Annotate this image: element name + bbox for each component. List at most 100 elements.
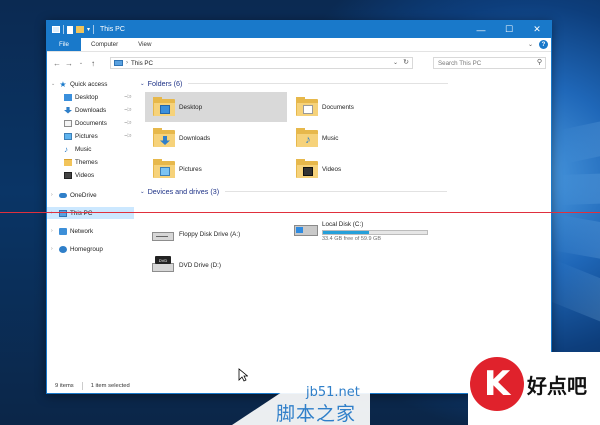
watermark-haodianba-text: 好点吧: [527, 374, 587, 398]
desktop-folder-icon: [153, 97, 175, 117]
disk-usage-fill: [323, 230, 369, 234]
collapse-chevron-icon[interactable]: ⌄: [140, 81, 145, 87]
window-title: This PC: [100, 26, 125, 33]
sidebar-item-label: Pictures: [75, 132, 98, 140]
toolbar-divider: [63, 25, 64, 34]
documents-icon: [64, 119, 72, 127]
tab-view[interactable]: View: [128, 38, 161, 51]
folders-group-header[interactable]: ⌄ Folders (6): [140, 79, 449, 88]
tile-label: Videos: [322, 165, 342, 173]
sidebar-item-pictures[interactable]: Pictures 📌︎: [47, 130, 134, 142]
drive-tile-local-disk[interactable]: Local Disk (C:) 33.4 GB free of 59.9 GB: [288, 216, 448, 246]
sidebar-item-homegroup[interactable]: › Homegroup: [47, 243, 134, 255]
sidebar-item-this-pc[interactable]: › This PC: [47, 207, 134, 219]
content-pane: ⌄ Folders (6) Desktop Documents Download…: [140, 74, 551, 380]
recent-locations-chevron-icon[interactable]: ⌄: [75, 60, 87, 66]
folder-tile-desktop[interactable]: Desktop: [145, 92, 287, 122]
divider: [188, 83, 449, 84]
breadcrumb-separator-icon[interactable]: ›: [126, 60, 128, 66]
sidebar-item-desktop[interactable]: Desktop 📌︎: [47, 91, 134, 103]
pin-icon: 📌︎: [122, 118, 133, 128]
sidebar-item-themes[interactable]: Themes: [47, 156, 134, 168]
maximize-button[interactable]: ☐: [495, 21, 523, 38]
folder-tile-documents[interactable]: Documents: [288, 92, 430, 122]
back-arrow-icon[interactable]: ←: [51, 59, 63, 68]
tile-label: Local Disk (C:): [322, 220, 364, 228]
tile-label: DVD Drive (D:): [179, 261, 221, 269]
properties-icon[interactable]: [67, 25, 73, 34]
navigation-pane: ⌄ ★ Quick access Desktop 📌︎ Downloads 📌︎…: [47, 74, 134, 380]
tile-label: Floppy Disk Drive (A:): [179, 230, 241, 238]
homegroup-icon: [59, 245, 67, 253]
minimize-button[interactable]: —: [467, 21, 495, 38]
sidebar-item-label: Documents: [75, 119, 107, 127]
breadcrumb-this-pc[interactable]: This PC: [131, 60, 153, 67]
sidebar-item-label: OneDrive: [70, 191, 97, 199]
expand-ribbon-chevron-icon[interactable]: ⌄: [528, 41, 533, 48]
search-input[interactable]: Search This PC ⚲: [433, 57, 546, 69]
address-dropdown-chevron-icon[interactable]: ⌄: [393, 59, 398, 66]
sidebar-item-network[interactable]: › Network: [47, 225, 134, 237]
title-bar[interactable]: ▾ This PC — ☐ ✕: [47, 21, 551, 38]
watermark-jb51-site: jb51.net: [306, 385, 360, 400]
desktop-icon: [64, 93, 72, 101]
pictures-folder-icon: [153, 159, 175, 179]
sidebar-item-onedrive[interactable]: › OneDrive: [47, 189, 134, 201]
tab-file[interactable]: File: [47, 38, 81, 51]
sidebar-item-music[interactable]: ♪ Music: [47, 143, 134, 155]
tile-label: Pictures: [179, 165, 202, 173]
star-icon: ★: [59, 79, 67, 89]
sidebar-item-label: Network: [70, 227, 94, 235]
floppy-drive-icon: [151, 225, 175, 243]
search-placeholder: Search This PC: [438, 59, 482, 67]
sidebar-item-label: Music: [75, 145, 92, 153]
sidebar-item-videos[interactable]: Videos: [47, 169, 134, 181]
sidebar-item-downloads[interactable]: Downloads 📌︎: [47, 104, 134, 116]
customize-toolbar-chevron-icon[interactable]: ▾: [87, 26, 90, 33]
watermark-jb51-chinese: 脚本之家: [276, 403, 357, 425]
disk-free-text: 33.4 GB free of 59.9 GB: [322, 235, 382, 242]
this-pc-icon: [114, 60, 123, 66]
collapse-chevron-icon[interactable]: ⌄: [140, 189, 145, 195]
this-pc-icon: [59, 209, 67, 217]
tab-computer[interactable]: Computer: [81, 38, 128, 51]
window-controls: — ☐ ✕: [467, 21, 551, 38]
pin-icon: 📌︎: [122, 105, 133, 115]
drive-tile-floppy[interactable]: Floppy Disk Drive (A:): [145, 219, 287, 249]
downloads-icon: [64, 106, 72, 114]
expand-chevron-icon[interactable]: ›: [51, 192, 53, 198]
tile-label: Documents: [322, 103, 354, 111]
drive-tile-dvd[interactable]: DVD DVD Drive (D:): [145, 250, 287, 280]
devices-group-header[interactable]: ⌄ Devices and drives (3): [140, 187, 448, 196]
tile-label: Downloads: [179, 134, 211, 142]
folder-tile-downloads[interactable]: Downloads: [145, 123, 287, 153]
refresh-icon[interactable]: ↻: [403, 58, 409, 66]
address-bar[interactable]: › This PC ⌄ ↻: [110, 57, 413, 69]
expand-chevron-icon[interactable]: ›: [51, 246, 53, 252]
sidebar-item-quick-access[interactable]: ⌄ ★ Quick access: [47, 78, 134, 90]
quick-access-toolbar: ▾: [47, 25, 95, 34]
light-beam: [560, 100, 600, 164]
pin-icon: 📌︎: [122, 131, 133, 141]
help-icon[interactable]: ?: [539, 40, 548, 49]
dvd-badge: DVD: [155, 256, 171, 264]
haodianba-logo-icon: K: [470, 357, 524, 411]
folder-tile-music[interactable]: ♪ Music: [288, 123, 430, 153]
collapse-chevron-icon[interactable]: ⌄: [51, 81, 55, 87]
selection-count: 1 item selected: [90, 382, 130, 389]
search-icon[interactable]: ⚲: [537, 58, 542, 66]
group-title: Folders (6): [147, 79, 183, 88]
up-arrow-icon[interactable]: ↑: [87, 59, 99, 68]
music-folder-icon: ♪: [296, 128, 318, 148]
sidebar-item-documents[interactable]: Documents 📌︎: [47, 117, 134, 129]
forward-arrow-icon[interactable]: →: [63, 59, 75, 68]
sidebar-item-label: Quick access: [70, 80, 108, 88]
sidebar-item-label: Videos: [75, 171, 95, 179]
new-folder-icon[interactable]: [76, 26, 84, 33]
folder-tile-videos[interactable]: Videos: [288, 154, 430, 184]
tile-label: Music: [322, 134, 339, 142]
expand-chevron-icon[interactable]: ›: [51, 228, 53, 234]
close-button[interactable]: ✕: [523, 21, 551, 38]
expand-chevron-icon[interactable]: ›: [51, 210, 53, 216]
folder-tile-pictures[interactable]: Pictures: [145, 154, 287, 184]
